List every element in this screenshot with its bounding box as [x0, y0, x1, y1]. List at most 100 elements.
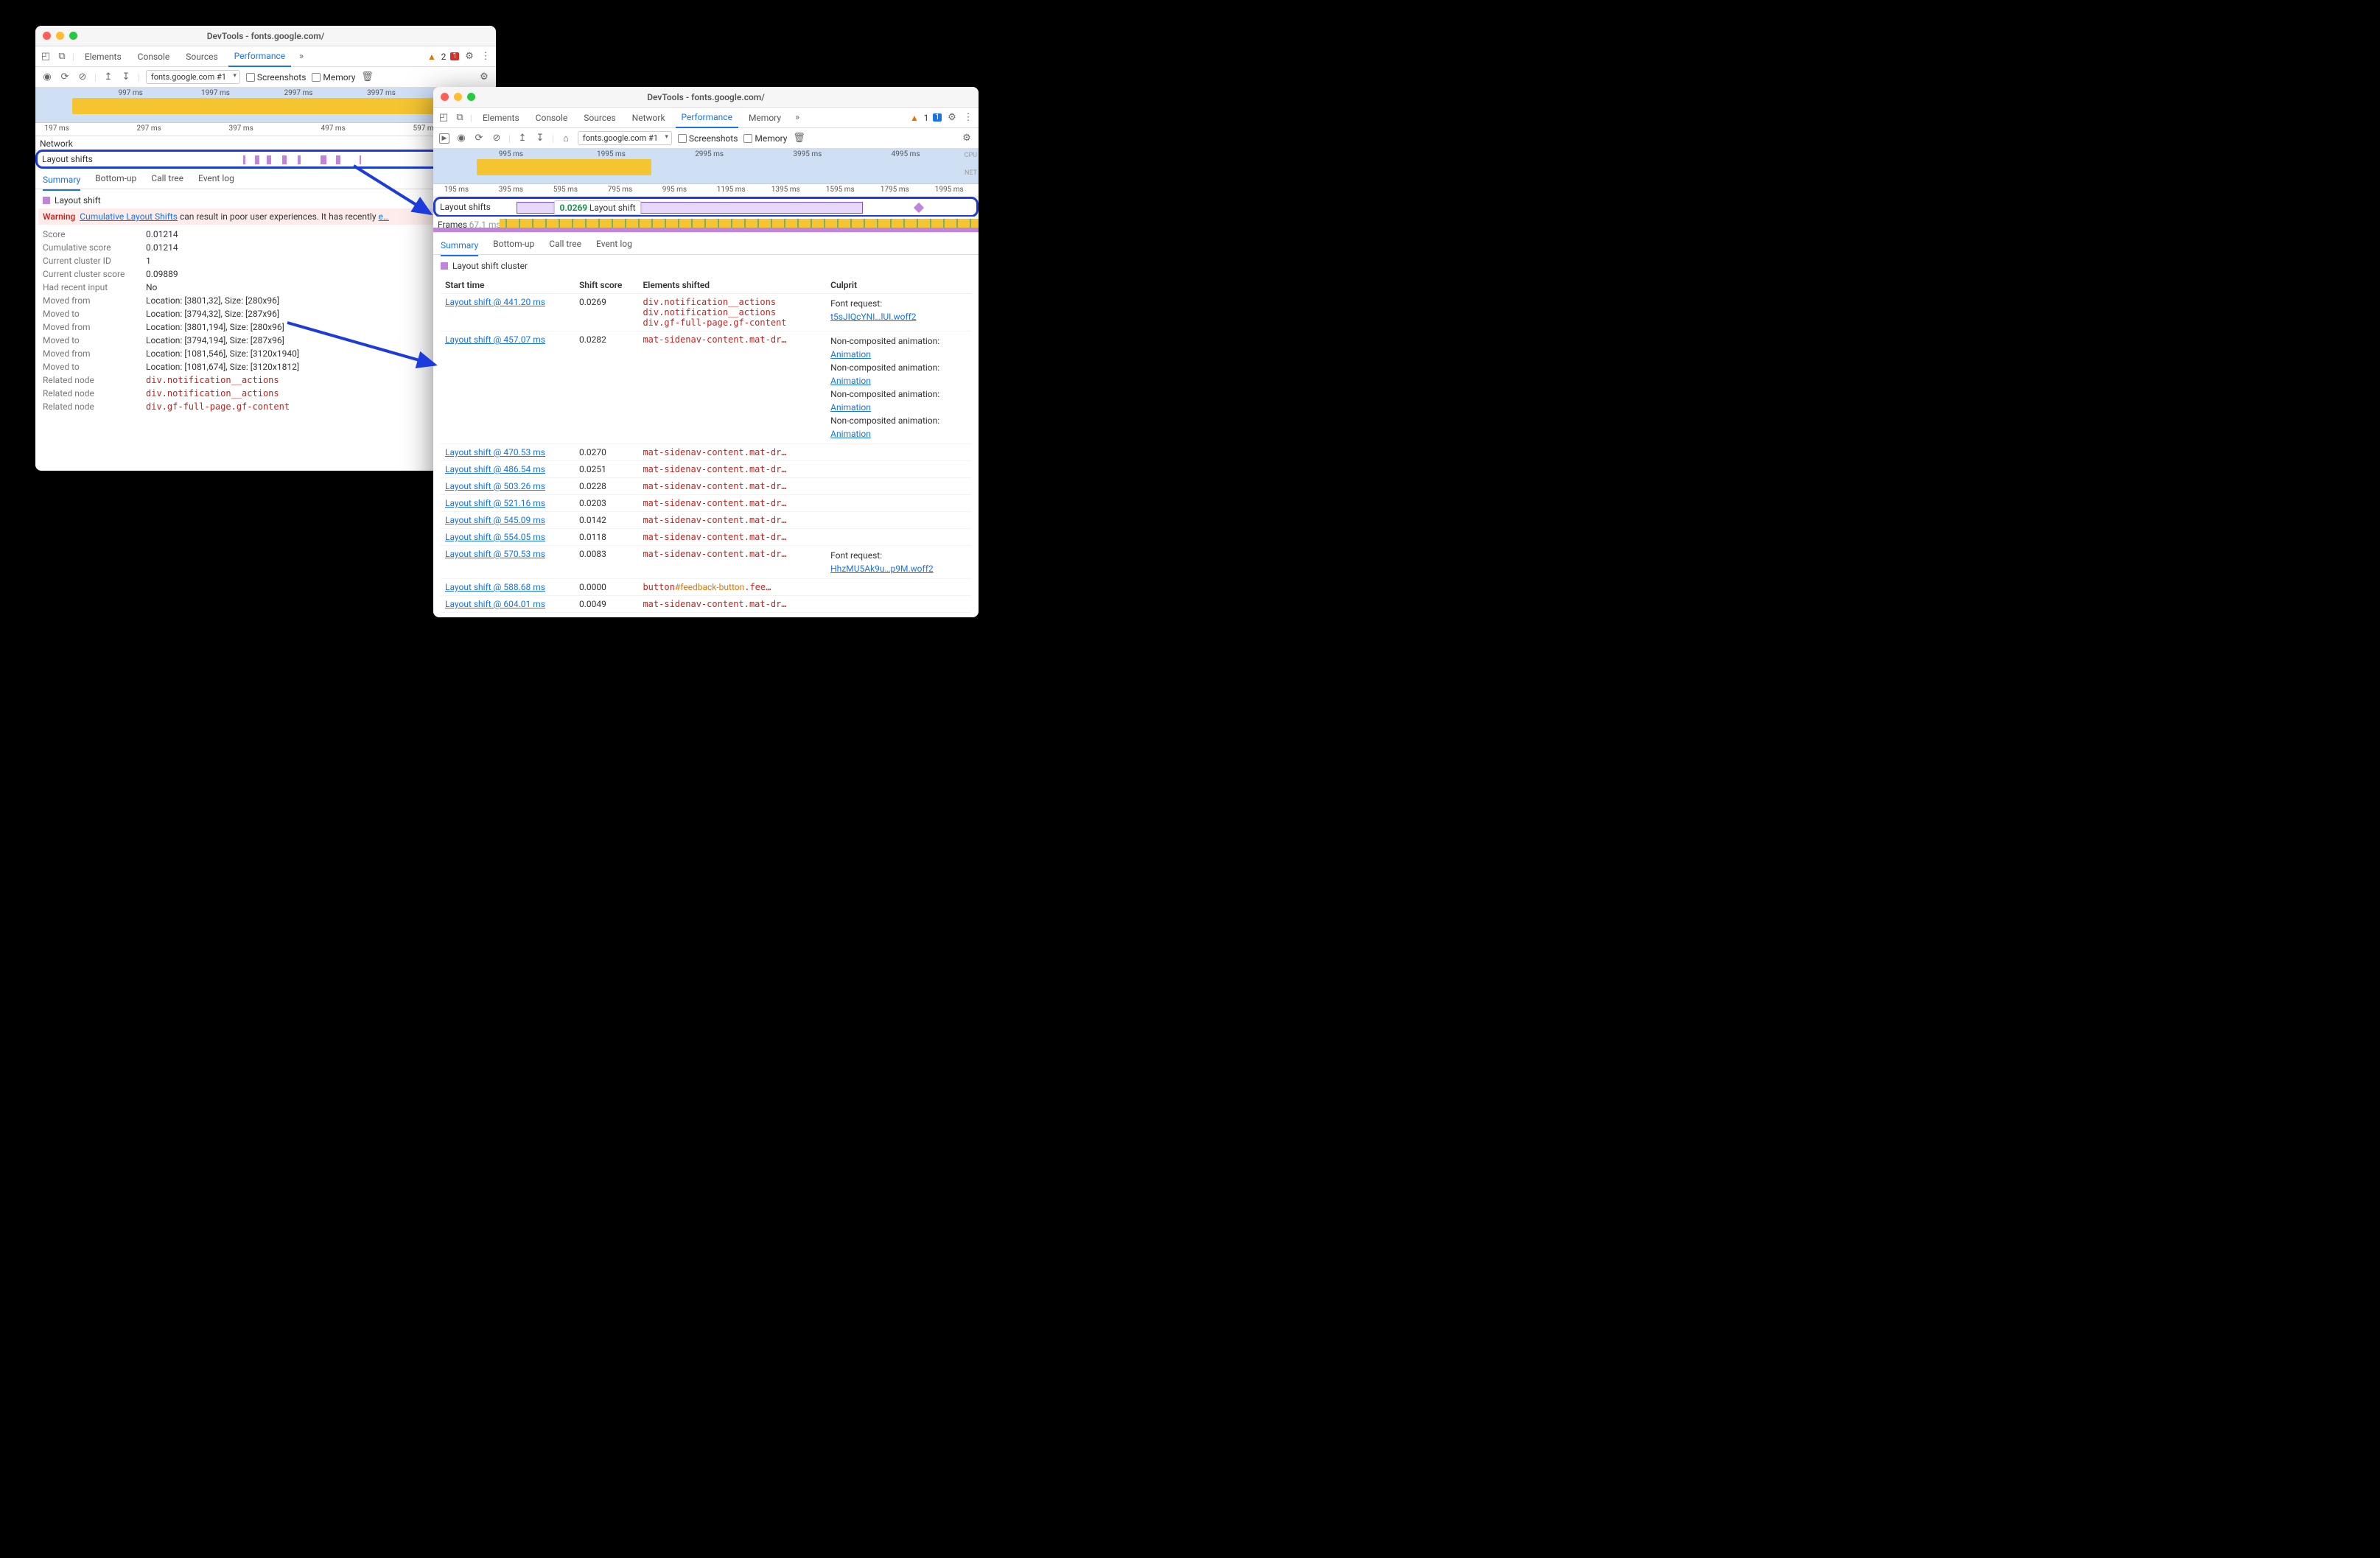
tab-performance[interactable]: Performance — [676, 108, 738, 128]
tab-elements[interactable]: Elements — [477, 108, 525, 127]
gc-icon[interactable]: 🗑 — [793, 133, 805, 144]
errors-badge[interactable]: 1 — [450, 52, 459, 60]
reload-icon[interactable]: ⟳ — [59, 71, 71, 83]
record-icon[interactable]: ◉ — [455, 133, 467, 144]
culprit-link[interactable]: HhzMU5Ak9u…p9M.woff2 — [830, 564, 934, 574]
titlebar[interactable]: DevTools - fonts.google.com/ — [433, 87, 979, 108]
tab-elements[interactable]: Elements — [79, 46, 127, 66]
tab-memory[interactable]: Memory — [743, 108, 787, 127]
shift-link[interactable]: Layout shift @ 441.20 ms — [445, 297, 545, 307]
recording-select[interactable]: fonts.google.com #1 — [578, 131, 672, 145]
subtab-bottomup[interactable]: Bottom-up — [95, 169, 136, 188]
node-link[interactable]: mat-sidenav-content.mat-dr… — [643, 464, 786, 474]
subtab-summary[interactable]: Summary — [441, 236, 478, 256]
shift-link[interactable]: Layout shift @ 470.53 ms — [445, 447, 545, 457]
warnings-badge[interactable]: ▲ 1 — [910, 113, 928, 123]
layout-shifts-track[interactable]: Layout shifts — [35, 150, 496, 169]
gear-icon[interactable]: ⚙ — [961, 133, 973, 144]
kebab-icon[interactable]: ⋮ — [480, 51, 491, 63]
detail-label: Related node — [43, 388, 139, 399]
tab-console[interactable]: Console — [530, 108, 574, 127]
node-link[interactable]: mat-sidenav-content.mat-dr… — [643, 549, 786, 559]
time-ruler[interactable]: 195 ms 395 ms 595 ms 795 ms 995 ms 1195 … — [433, 184, 979, 197]
subtab-summary[interactable]: Summary — [43, 170, 80, 191]
recording-select[interactable]: fonts.google.com #1 — [146, 70, 240, 84]
more-tabs-icon[interactable]: » — [295, 51, 307, 63]
shift-link[interactable]: Layout shift @ 457.07 ms — [445, 334, 545, 345]
node-link[interactable]: mat-sidenav-content.mat-dr… — [643, 515, 786, 525]
download-icon[interactable]: ↧ — [534, 133, 546, 144]
gear-icon[interactable]: ⚙ — [478, 71, 490, 83]
subtab-eventlog[interactable]: Event log — [198, 169, 234, 188]
overview-minimap[interactable]: 997 ms 1997 ms 2997 ms 3997 ms 4997 ms — [35, 88, 496, 123]
tab-sources[interactable]: Sources — [180, 46, 223, 66]
layout-shifts-track[interactable]: Layout shifts 0.0269 Layout shift — [433, 197, 979, 217]
screenshots-checkbox[interactable]: Screenshots — [246, 72, 306, 83]
node-link[interactable]: div.notification__actions — [643, 297, 776, 307]
shift-link[interactable]: Layout shift @ 588.68 ms — [445, 582, 545, 592]
upload-icon[interactable]: ↥ — [517, 133, 528, 144]
device-icon[interactable]: ⧉ — [56, 51, 68, 63]
subtab-eventlog[interactable]: Event log — [596, 234, 632, 253]
node-link[interactable]: div.notification__actions — [146, 375, 279, 385]
culprit-link[interactable]: Animation — [830, 349, 871, 359]
overview-minimap[interactable]: 995 ms 1995 ms 2995 ms 3995 ms 4995 ms C… — [433, 149, 979, 184]
shift-link[interactable]: Layout shift @ 545.09 ms — [445, 515, 545, 525]
memory-checkbox[interactable]: Memory — [312, 72, 355, 83]
clear-icon[interactable]: ⊘ — [77, 71, 88, 83]
screenshots-checkbox[interactable]: Screenshots — [678, 133, 738, 144]
download-icon[interactable]: ↧ — [120, 71, 132, 83]
warnings-badge[interactable]: ▲ 2 — [427, 52, 446, 62]
node-link[interactable]: mat-sidenav-content.mat-dr… — [643, 599, 786, 609]
network-track[interactable]: Network — [35, 136, 496, 151]
kebab-icon[interactable]: ⋮ — [962, 112, 974, 124]
inspect-icon[interactable]: ◰ — [40, 51, 52, 63]
upload-icon[interactable]: ↥ — [102, 71, 114, 83]
inspect-icon[interactable]: ◰ — [438, 112, 449, 124]
subtab-calltree[interactable]: Call tree — [151, 169, 183, 188]
tab-performance[interactable]: Performance — [228, 47, 291, 67]
subtab-calltree[interactable]: Call tree — [549, 234, 581, 253]
record-icon[interactable]: ◉ — [41, 71, 53, 83]
culprit-link[interactable]: Animation — [830, 429, 871, 439]
titlebar[interactable]: DevTools - fonts.google.com/ — [35, 26, 496, 46]
frames-track[interactable]: Frames 67.1 ms — [433, 217, 979, 233]
shift-link[interactable]: Layout shift @ 503.26 ms — [445, 481, 545, 491]
more-tabs-icon[interactable]: » — [791, 112, 803, 124]
shift-link[interactable]: Layout shift @ 486.54 ms — [445, 464, 545, 474]
node-link[interactable]: mat-sidenav-content.mat-dr… — [643, 481, 786, 491]
table-row: Layout shift @ 457.07 ms0.0282mat-sidena… — [441, 331, 971, 444]
gc-icon[interactable]: 🗑 — [361, 71, 373, 83]
reload-icon[interactable]: ⟳ — [473, 133, 485, 144]
node-link[interactable]: div.gf-full-page.gf-content — [643, 317, 786, 328]
tab-sources[interactable]: Sources — [578, 108, 621, 127]
cls-link[interactable]: Cumulative Layout Shifts — [80, 211, 178, 222]
tab-network[interactable]: Network — [626, 108, 671, 127]
node-link[interactable]: div.notification__actions — [643, 307, 776, 317]
memory-checkbox[interactable]: Memory — [743, 133, 787, 144]
time-ruler[interactable]: 197 ms 297 ms 397 ms 497 ms 597 ms — [35, 123, 496, 136]
device-icon[interactable]: ⧉ — [454, 112, 466, 124]
culprit-link[interactable]: t5sJIQcYNI…lUI.woff2 — [830, 312, 916, 322]
shift-link[interactable]: Layout shift @ 570.53 ms — [445, 549, 545, 559]
shift-link[interactable]: Layout shift @ 554.05 ms — [445, 532, 545, 542]
subtab-bottomup[interactable]: Bottom-up — [493, 234, 534, 253]
node-link[interactable]: mat-sidenav-content.mat-dr… — [643, 498, 786, 508]
culprit-link[interactable]: Animation — [830, 402, 871, 413]
shift-link[interactable]: Layout shift @ 604.01 ms — [445, 599, 545, 609]
node-link[interactable]: mat-sidenav-content.mat-dr… — [643, 334, 786, 345]
gear-icon[interactable]: ⚙ — [463, 51, 475, 63]
node-link[interactable]: div.notification__actions — [146, 388, 279, 399]
node-link[interactable]: button#feedback-button.fee… — [643, 582, 771, 592]
toggle-sidebar-icon[interactable]: ▶ — [439, 133, 449, 144]
shift-link[interactable]: Layout shift @ 521.16 ms — [445, 498, 545, 508]
culprit-link[interactable]: Animation — [830, 376, 871, 386]
home-icon[interactable]: ⌂ — [560, 133, 572, 144]
node-link[interactable]: mat-sidenav-content.mat-dr… — [643, 532, 786, 542]
node-link[interactable]: div.gf-full-page.gf-content — [146, 401, 290, 412]
gear-icon[interactable]: ⚙ — [946, 112, 958, 124]
info-badge[interactable]: 1 — [933, 113, 942, 122]
clear-icon[interactable]: ⊘ — [491, 133, 503, 144]
tab-console[interactable]: Console — [132, 46, 176, 66]
node-link[interactable]: mat-sidenav-content.mat-dr… — [643, 447, 786, 457]
